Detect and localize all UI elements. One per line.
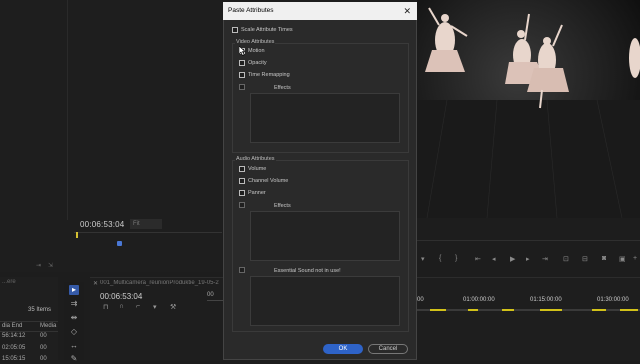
timeline-timecode[interactable]: 00:06:53:04 xyxy=(100,292,142,301)
channel-volume-checkbox[interactable] xyxy=(239,178,245,184)
render-bar-segment xyxy=(502,309,514,311)
tick-label: 01:15:00:00 xyxy=(530,297,562,303)
scale-attribute-times-checkbox[interactable] xyxy=(232,27,238,33)
marker-icon[interactable]: ▾ xyxy=(421,255,425,263)
mark-in-icon[interactable]: { xyxy=(439,255,441,262)
panner-label: Panner xyxy=(248,190,266,196)
dance-video-frame xyxy=(417,0,640,218)
marker-icon[interactable]: ⌐ xyxy=(136,303,140,310)
play-icon[interactable]: ▶ xyxy=(510,255,515,263)
in-point-marker xyxy=(76,232,78,238)
timeline-ruler-label: 00 xyxy=(207,292,214,298)
extract-icon[interactable]: ⊟ xyxy=(582,255,588,263)
mouse-cursor-icon xyxy=(239,46,246,56)
project-column-headers: dia End Media xyxy=(0,321,58,332)
overwrite-icon[interactable]: ⇲ xyxy=(48,262,53,269)
cancel-button[interactable]: Cancel xyxy=(368,344,408,354)
export-frame-icon[interactable]: ◙ xyxy=(602,255,606,262)
mark-out-icon[interactable]: } xyxy=(455,255,457,262)
render-bar-segment xyxy=(430,309,446,311)
column-header-media-end[interactable]: dia End xyxy=(2,323,22,329)
channel-volume-label: Channel Volume xyxy=(248,178,289,184)
close-icon[interactable]: ✕ xyxy=(93,280,98,287)
video-effects-label: Effects xyxy=(274,85,291,91)
volume-checkbox[interactable] xyxy=(239,166,245,172)
opacity-checkbox[interactable] xyxy=(239,60,245,66)
opacity-label: Opacity xyxy=(248,60,267,66)
tools-panel: ▸ ⇉ ⇹ ◇ ↔ ✎ xyxy=(64,282,84,363)
render-bar-segment xyxy=(540,309,562,311)
source-time-ruler[interactable] xyxy=(74,232,222,247)
timeline-panel xyxy=(90,277,223,361)
project-name: ...ere xyxy=(2,279,16,285)
audio-effects-list[interactable] xyxy=(250,211,400,261)
essential-sound-label: Essential Sound not in use! xyxy=(274,268,341,274)
comparison-view-icon[interactable]: ▣ xyxy=(619,255,626,263)
tick-label: 01:30:00:00 xyxy=(597,297,629,303)
time-remapping-label: Time Remapping xyxy=(248,72,290,78)
dialog-title: Paste Attributes xyxy=(228,7,274,14)
timeline-ruler[interactable] xyxy=(417,309,640,311)
column-header-media[interactable]: Media xyxy=(40,323,56,329)
render-bar-segment xyxy=(592,309,606,311)
timeline-right-panel xyxy=(417,277,640,361)
ok-button[interactable]: OK xyxy=(323,344,363,354)
essential-sound-list[interactable] xyxy=(250,276,400,326)
ripple-icon[interactable]: ⇹ xyxy=(69,313,79,323)
double-arrow-icon[interactable]: ⇉ xyxy=(69,299,79,309)
audio-effects-checkbox[interactable] xyxy=(239,202,245,208)
panner-checkbox[interactable] xyxy=(239,190,245,196)
scale-attribute-times-label: Scale Attribute Times xyxy=(241,27,293,33)
video-effects-list[interactable] xyxy=(250,93,400,143)
program-monitor-video xyxy=(417,0,640,218)
sequence-tab[interactable]: 001_Multicamera_reunionProduktie_19-05-2 xyxy=(100,280,222,286)
timeline-ruler[interactable] xyxy=(207,300,223,301)
audio-effects-label: Effects xyxy=(274,203,291,209)
track-icon[interactable]: ↔ xyxy=(69,341,79,351)
project-item-count: 35 Items xyxy=(28,307,52,313)
video-effects-checkbox[interactable] xyxy=(239,84,245,90)
step-forward-icon[interactable]: ▸ xyxy=(526,255,530,263)
volume-label: Volume xyxy=(248,166,267,172)
linked-selection-icon[interactable]: ∩ xyxy=(119,303,124,310)
render-bar-segment xyxy=(468,309,478,311)
panel-divider xyxy=(67,0,68,220)
video-attributes-title: Video Attributes xyxy=(235,39,276,45)
lift-icon[interactable]: ⊡ xyxy=(563,255,569,263)
add-icon[interactable]: + xyxy=(633,255,637,262)
render-bar-segment xyxy=(620,309,638,311)
wrench-icon[interactable]: ⚒ xyxy=(170,303,176,311)
motion-label: Motion xyxy=(248,48,265,54)
essential-sound-checkbox[interactable] xyxy=(239,267,245,273)
arrow-icon[interactable]: ▸ xyxy=(69,285,79,295)
close-icon[interactable]: ✕ xyxy=(403,2,411,20)
insert-icon[interactable]: ⇥ xyxy=(36,262,41,269)
step-back-icon[interactable]: ◂ xyxy=(492,255,496,263)
dialog-titlebar[interactable]: Paste Attributes ✕ xyxy=(223,2,417,20)
tick-label: 01:00:00:00 xyxy=(463,297,495,303)
program-scrub-bar[interactable] xyxy=(417,240,640,249)
source-timecode[interactable]: 00:06:53:04 xyxy=(80,220,124,229)
snap-icon[interactable]: ⊓ xyxy=(103,303,108,311)
audio-attributes-title: Audio Attributes xyxy=(235,156,276,162)
razor-icon[interactable]: ◇ xyxy=(69,327,79,337)
go-to-out-icon[interactable]: ⇥ xyxy=(542,255,548,263)
go-to-in-icon[interactable]: ⇤ xyxy=(475,255,481,263)
time-remapping-checkbox[interactable] xyxy=(239,72,245,78)
add-marker-icon[interactable]: ▾ xyxy=(153,303,157,311)
tick-label: 00 xyxy=(417,297,424,303)
program-transport-controls: ▾ { } ⇤ ◂ ▶ ▸ ⇥ ⊡ ⊟ ◙ ▣ + xyxy=(417,255,640,271)
fit-dropdown[interactable]: Fit xyxy=(130,219,162,229)
source-playhead[interactable] xyxy=(117,241,122,246)
pen-icon[interactable]: ✎ xyxy=(69,354,79,364)
